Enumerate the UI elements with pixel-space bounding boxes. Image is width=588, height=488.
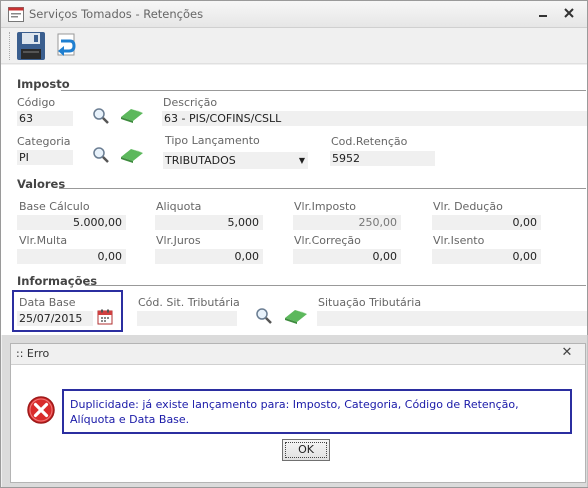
vlr-isento-label: Vlr.Isento: [433, 234, 485, 247]
cod-sit-tributaria-field[interactable]: [137, 311, 237, 326]
app-icon: [8, 7, 24, 22]
base-calculo-field[interactable]: 5.000,00: [17, 215, 126, 230]
dialog-close-button[interactable]: ✕: [558, 345, 576, 361]
vlr-juros-label: Vlr.Juros: [156, 234, 201, 247]
descricao-label: Descrição: [163, 96, 218, 109]
categoria-search-button[interactable]: [92, 146, 110, 164]
return-arrow-icon: [57, 33, 76, 56]
minimize-button[interactable]: [531, 6, 555, 23]
cod-retencao-label: Cod.Retenção: [331, 135, 408, 148]
vlr-multa-field[interactable]: 0,00: [17, 249, 126, 264]
close-icon: [564, 8, 574, 18]
ok-button[interactable]: OK: [282, 439, 330, 461]
base-calculo-label: Base Cálculo: [19, 200, 90, 213]
vlr-deducao-field[interactable]: 0,00: [432, 215, 541, 230]
section-title-imposto: Imposto: [17, 77, 70, 91]
categoria-field[interactable]: PI: [17, 150, 73, 165]
tipo-lancamento-label: Tipo Lançamento: [165, 134, 260, 147]
cod-sit-tributaria-label: Cód. Sit. Tributária: [138, 296, 240, 309]
section-divider: [85, 285, 586, 286]
situacao-tributaria-field[interactable]: [317, 311, 587, 326]
magnifier-icon: [93, 108, 109, 124]
aliquota-label: Aliquota: [156, 200, 202, 213]
vlr-correcao-field[interactable]: 0,00: [293, 249, 401, 264]
error-dialog: :: Erro ✕ Duplicidade: já existe lançame…: [10, 343, 586, 483]
categoria-clear-button[interactable]: [119, 147, 145, 163]
toolbar: [1, 28, 587, 64]
toolbar-grip: [9, 32, 11, 60]
situacao-clear-button[interactable]: [283, 308, 309, 324]
magnifier-icon: [93, 147, 109, 163]
codigo-label: Código: [17, 96, 56, 109]
cod-retencao-field[interactable]: 5952: [330, 151, 435, 166]
close-icon: ✕: [561, 345, 573, 360]
vlr-imposto-label: Vlr.Imposto: [294, 200, 357, 213]
undo-button[interactable]: [53, 33, 79, 59]
eraser-icon: [121, 109, 143, 123]
eraser-icon: [285, 310, 307, 324]
codigo-search-button[interactable]: [92, 107, 110, 125]
codigo-field[interactable]: 63: [17, 111, 73, 126]
section-divider: [59, 188, 586, 189]
vlr-isento-field[interactable]: 0,00: [432, 249, 541, 264]
save-button[interactable]: [16, 31, 46, 61]
error-icon: [27, 396, 55, 424]
tipo-lancamento-select[interactable]: TRIBUTADOS ▼: [163, 152, 308, 169]
chevron-down-icon: ▼: [298, 156, 305, 165]
window-title: Serviços Tomados - Retenções: [29, 7, 204, 21]
vlr-correcao-label: Vlr.Correção: [294, 234, 361, 247]
situacao-tributaria-label: Situação Tributária: [318, 296, 422, 309]
vlr-imposto-field: 250,00: [293, 215, 401, 230]
title-bar: Serviços Tomados - Retenções: [1, 1, 587, 28]
situacao-search-button[interactable]: [255, 307, 273, 325]
main-window: Serviços Tomados - Retenções Imposto Cód…: [0, 0, 588, 488]
dialog-body: Duplicidade: já existe lançamento para: …: [11, 364, 585, 482]
section-divider: [61, 90, 586, 91]
categoria-label: Categoria: [17, 135, 71, 148]
codigo-clear-button[interactable]: [119, 107, 145, 123]
tipo-lancamento-value: TRIBUTADOS: [165, 154, 236, 167]
floppy-disk-icon: [17, 32, 45, 60]
section-title-valores: Valores: [17, 177, 66, 191]
vlr-deducao-label: Vlr. Dedução: [433, 200, 503, 213]
vlr-multa-label: Vlr.Multa: [19, 234, 68, 247]
aliquota-field[interactable]: 5,000: [155, 215, 263, 230]
close-button[interactable]: [556, 6, 582, 23]
vlr-juros-field[interactable]: 0,00: [155, 249, 263, 264]
minimize-icon: [539, 15, 547, 17]
magnifier-icon: [256, 308, 272, 324]
error-message-highlight: Duplicidade: já existe lançamento para: …: [62, 389, 572, 434]
eraser-icon: [121, 149, 143, 163]
error-message: Duplicidade: já existe lançamento para: …: [70, 398, 519, 426]
dialog-title: :: Erro: [16, 347, 50, 360]
descricao-field[interactable]: 63 - PIS/COFINS/CSLL: [162, 111, 587, 126]
data-base-highlight: [12, 290, 123, 332]
